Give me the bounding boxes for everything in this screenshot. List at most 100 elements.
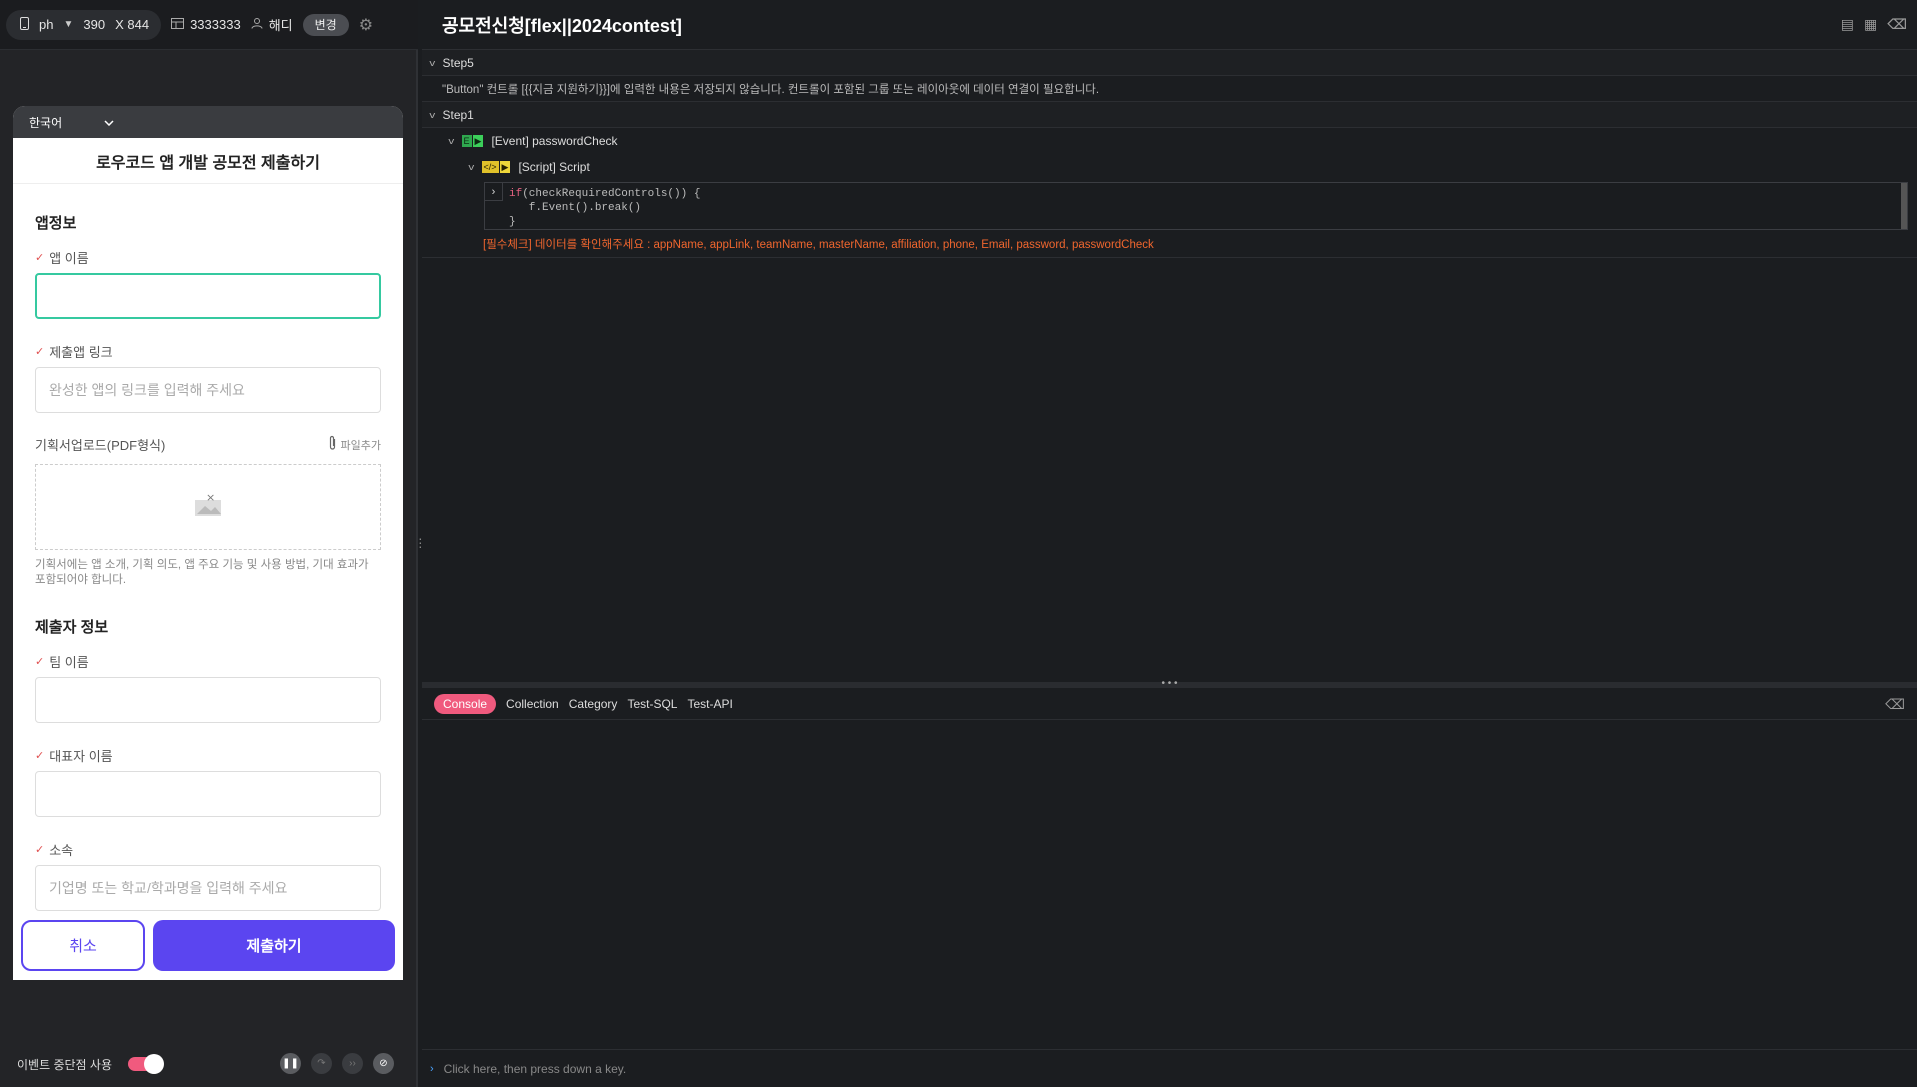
preview-panel: ph ▼ 390 X 844 3333333 해디 변경 ⚙ 한국어 로우코드 … [0,0,418,1087]
phone-preview: 한국어 로우코드 앱 개발 공모전 제출하기 앱정보 ✓ 앱 이름 ✓ 제출앱 … [13,106,403,980]
phone-icon [20,16,29,33]
team-name-input[interactable] [35,677,381,723]
add-file-button[interactable]: 파일추가 [328,435,381,454]
breakpoint-toggle[interactable] [128,1054,164,1074]
step1-header[interactable]: v Step1 [422,102,1917,128]
app-name-input[interactable] [35,273,381,319]
submission-form: 앱정보 ✓ 앱 이름 ✓ 제출앱 링크 완성한 앱의 링크를 입력해 주세요 기… [13,184,403,922]
step1-label: Step1 [442,107,474,122]
upload-header: 기획서업로드(PDF형식) 파일추가 [35,435,381,454]
title-actions: ▤ ▦ ⌫ [1841,16,1907,33]
table-icon [171,17,185,32]
check-icon: ✓ [35,843,45,856]
device-name: ph [39,17,54,32]
tab-test-api[interactable]: Test-API [687,694,732,714]
chevron-down-icon: v [448,136,455,146]
step5-label: Step5 [442,55,474,70]
broken-image-icon: × [193,491,223,523]
clear-console-icon[interactable]: ⌫ [1885,696,1905,713]
check-icon: ✓ [35,251,45,264]
code-scrollbar[interactable] [1901,183,1907,229]
rep-name-label: 대표자 이름 [49,748,113,764]
app-root: ph ▼ 390 X 844 3333333 해디 변경 ⚙ 한국어 로우코드 … [0,0,1917,1087]
page-title: 공모전신청[flex||2024contest] ▤ ▦ ⌫ [422,0,1917,50]
user-icon [251,17,263,32]
field-label: ✓ 앱 이름 [35,249,381,266]
chevron-right-icon[interactable]: › [485,183,503,201]
section-title-submitter: 제출자 정보 [35,619,109,636]
step5-message: "Button" 컨트롤 [{{지금 지원하기}}]에 입력한 내용은 저장되지… [422,76,1917,102]
tab-category[interactable]: Category [569,694,618,714]
app-link-input[interactable]: 완성한 앱의 링크를 입력해 주세요 [35,367,381,413]
field-label: ✓ 제출앱 링크 [35,343,381,360]
user-display: 해디 [251,15,293,34]
page-title-text: 공모전신청[flex||2024contest] [442,15,682,36]
field-label: ✓ 대표자 이름 [35,747,381,764]
event-node[interactable]: v E ▶ [Event] passwordCheck [422,128,1917,154]
check-icon: ✓ [35,655,45,668]
tab-console[interactable]: Console [434,693,497,714]
chevron-down-icon: ▼ [63,19,74,30]
language-selector[interactable]: 한국어 [13,106,403,138]
upload-hint: 기획서에는 앱 소개, 기획 의도, 앱 주요 기능 및 사용 방법, 기대 효… [35,559,369,586]
field-label: ✓ 팀 이름 [35,653,381,670]
console-tabs: Console Collection Category Test-SQL Tes… [422,688,1917,720]
file-dropzone[interactable]: × [35,464,381,550]
script-icon: </> ▶ [481,161,511,173]
tab-collection[interactable]: Collection [506,694,559,714]
event-icon: E ▶ [461,135,484,147]
check-icon: ✓ [35,749,45,762]
script-label: [Script] Script [518,160,590,174]
breakpoint-off-icon[interactable]: ⊘ [373,1053,394,1074]
script-node[interactable]: v </> ▶ [Script] Script [422,154,1917,180]
collapse-all-icon[interactable]: ▦ [1864,16,1877,33]
section-title-app: 앱정보 [35,215,77,232]
expand-all-icon[interactable]: ▤ [1841,16,1854,33]
step-over-icon[interactable]: ↷ [311,1053,332,1074]
affiliation-input[interactable]: 기업명 또는 학교/학과명을 입력해 주세요 [35,865,381,911]
prompt-icon: › [430,1062,434,1075]
preview-toolbar: ph ▼ 390 X 844 3333333 해디 변경 ⚙ [0,0,418,50]
form-actions: 취소 제출하기 [13,912,403,980]
affiliation-label: 소속 [49,842,74,858]
chevron-down-icon: v [429,57,436,68]
chevron-down-icon: v [468,162,475,172]
code-text: if(checkRequiredControls()) { f.Event().… [509,188,701,228]
form-title: 로우코드 앱 개발 공모전 제출하기 [13,138,403,184]
gear-icon[interactable]: ⚙ [359,15,373,35]
paperclip-icon [328,435,337,454]
console-placeholder: Click here, then press down a key. [443,1061,627,1076]
language-value: 한국어 [29,115,63,130]
change-button[interactable]: 변경 [302,13,349,36]
add-file-label: 파일추가 [340,439,381,452]
check-icon: ✓ [35,345,45,358]
svg-text:×: × [206,492,215,504]
step5-header[interactable]: v Step5 [422,50,1917,76]
chevron-down-icon: v [429,109,436,120]
step-forward-icon[interactable]: ›› [342,1053,363,1074]
pause-icon[interactable]: ❚❚ [280,1053,301,1074]
submit-button[interactable]: 제출하기 [153,920,395,971]
device-width[interactable]: 390 [83,17,105,32]
app-link-label: 제출앱 링크 [49,344,113,360]
rep-name-input[interactable] [35,771,381,817]
code-block: › if(checkRequiredControls()) { f.Event(… [484,182,1908,230]
device-selector[interactable]: ph ▼ 390 X 844 [6,9,162,40]
chevron-down-icon [104,115,114,129]
debug-bar: 이벤트 중단점 사용 ❚❚ ↷ ›› ⊘ [0,1041,418,1087]
id-value: 3333333 [190,17,241,32]
tab-test-sql[interactable]: Test-SQL [627,694,677,714]
clear-icon[interactable]: ⌫ [1887,16,1907,33]
console-input[interactable]: › Click here, then press down a key. [422,1049,1917,1087]
validation-error: [필수체크] 데이터를 확인해주세요 : appName, appLink, t… [422,230,1917,258]
debug-panel: 공모전신청[flex||2024contest] ▤ ▦ ⌫ v Step5 "… [422,0,1917,1087]
user-name: 해디 [268,18,293,33]
device-height[interactable]: X 844 [115,17,149,32]
cancel-button[interactable]: 취소 [21,920,145,971]
upload-label: 기획서업로드(PDF형식) [35,438,166,453]
field-label: ✓ 소속 [35,841,381,858]
debug-controls: ❚❚ ↷ ›› ⊘ [280,1053,394,1074]
event-label: [Event] passwordCheck [491,134,618,148]
id-display: 3333333 [171,17,241,32]
app-name-label: 앱 이름 [49,250,89,266]
